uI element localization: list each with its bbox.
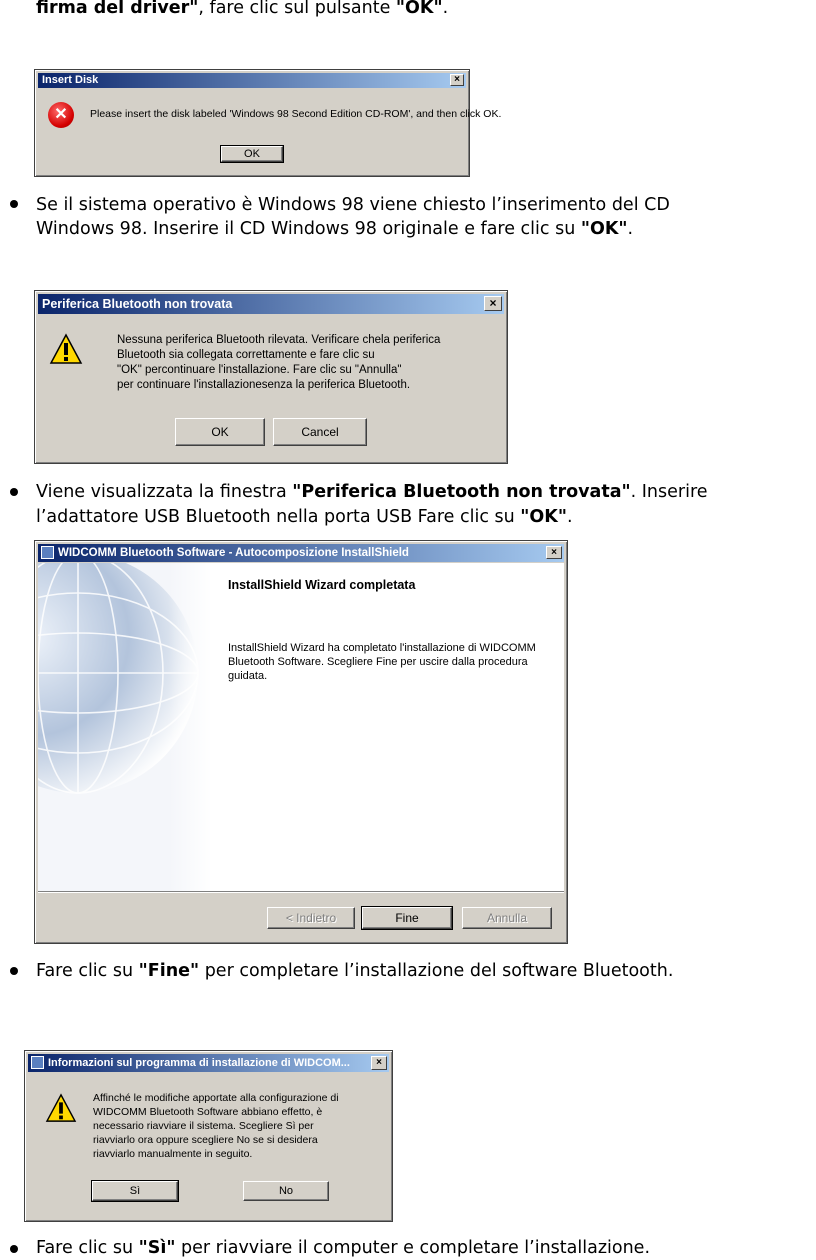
bullet3-text-2: per completare l’installazione del softw…	[199, 961, 674, 981]
body-line: Bluetooth Software. Scegliere Fine per u…	[228, 656, 528, 668]
bullet4-text-2: per riavviare il computer e completare l…	[175, 1238, 651, 1258]
wizard-dialog: WIDCOMM Bluetooth Software - Autocomposi…	[34, 540, 568, 944]
cancel-button[interactable]: Annulla	[462, 907, 552, 929]
bt-not-found-title: Periferica Bluetooth non trovata	[42, 297, 233, 311]
intro-line: firma del driver", fare clic sul pulsant…	[36, 0, 448, 20]
message-line: per continuare l'installazionesenza la p…	[117, 379, 411, 391]
body-line: InstallShield Wizard ha completato l'ins…	[228, 642, 536, 654]
close-icon[interactable]: ×	[484, 296, 502, 311]
warning-icon	[49, 333, 83, 364]
bullet2-text-1: Viene visualizzata la finestra	[36, 482, 293, 502]
bullet3-bold-1: "Fine"	[138, 961, 200, 981]
close-icon[interactable]: ×	[546, 546, 562, 559]
insert-disk-dialog: Insert Disk × ✕ Please insert the disk l…	[34, 69, 501, 177]
globe-graphic	[38, 563, 212, 891]
bt-not-found-message: Nessuna periferica Bluetooth rilevata. V…	[117, 333, 440, 393]
no-button[interactable]: No	[243, 1181, 329, 1201]
close-icon[interactable]: ×	[450, 74, 464, 86]
bullet2-bold-1: "Periferica Bluetooth non trovata"	[292, 482, 631, 502]
intro-text-1: , fare clic sul pulsante	[198, 0, 396, 18]
insert-disk-message: Please insert the disk labeled 'Windows …	[90, 108, 502, 120]
restart-title: Informazioni sul programma di installazi…	[48, 1057, 350, 1069]
wizard-body: InstallShield Wizard ha completato l'ins…	[228, 641, 536, 683]
ok-button[interactable]: OK	[220, 145, 284, 163]
message-line: WIDCOMM Bluetooth Software abbiano effet…	[93, 1106, 323, 1118]
bullet4-bold-1: "Sì"	[138, 1238, 176, 1258]
message-line: necessario riavviare il sistema. Sceglie…	[93, 1120, 314, 1132]
intro-text-2: .	[442, 0, 449, 18]
message-line: riavviarlo manualmente in seguito.	[93, 1148, 253, 1160]
bt-not-found-titlebar: Periferica Bluetooth non trovata ×	[38, 294, 504, 314]
ok-button[interactable]: OK	[175, 418, 265, 446]
cancel-button[interactable]: Cancel	[273, 418, 367, 446]
bullet-marker	[10, 488, 18, 496]
finish-button[interactable]: Fine	[361, 906, 453, 930]
bullet-marker	[10, 967, 18, 975]
bullet-marker	[10, 1245, 18, 1253]
app-icon	[41, 546, 54, 559]
bullet4-text-1: Fare clic su	[36, 1238, 139, 1258]
yes-button[interactable]: Sì	[91, 1180, 179, 1202]
bt-not-found-dialog: Periferica Bluetooth non trovata × Nessu…	[34, 290, 508, 464]
message-line: "OK" percontinuare l'installazione. Fare…	[117, 364, 402, 376]
bullet2-line1: Viene visualizzata la finestra "Periferi…	[36, 481, 708, 504]
wizard-content-panel: InstallShield Wizard completata InstallS…	[38, 563, 564, 892]
bullet1-line2: Windows 98. Inserire il CD Windows 98 or…	[36, 218, 633, 241]
bullet1-line2-end: .	[627, 219, 634, 239]
message-line: Bluetooth sia collegata correttamente e …	[117, 349, 375, 361]
bullet4-line: Fare clic su "Sì" per riavviare il compu…	[36, 1237, 650, 1260]
restart-message: Affinché le modifiche apportate alla con…	[93, 1091, 339, 1161]
back-button[interactable]: < Indietro	[267, 907, 355, 929]
wizard-title: WIDCOMM Bluetooth Software - Autocomposi…	[58, 547, 409, 559]
bullet2-line2-bold: "OK"	[520, 507, 567, 527]
wizard-heading: InstallShield Wizard completata	[228, 578, 416, 592]
bullet2-text-2: . Inserire	[630, 482, 708, 502]
bullet2-line2-end: .	[566, 507, 573, 527]
bullet3-line: Fare clic su "Fine" per completare l’ins…	[36, 960, 673, 983]
bullet2-line2: l’adattatore USB Bluetooth nella porta U…	[36, 506, 573, 529]
bullet-marker	[10, 200, 18, 208]
message-line: riavviarlo ora oppure scegliere No se si…	[93, 1134, 318, 1146]
warning-icon	[45, 1093, 77, 1122]
error-icon: ✕	[48, 102, 74, 128]
message-line: Nessuna periferica Bluetooth rilevata. V…	[117, 334, 441, 346]
restart-dialog: Informazioni sul programma di installazi…	[24, 1050, 393, 1222]
bullet1-line2-text: Windows 98. Inserire il CD Windows 98 or…	[36, 219, 581, 239]
close-icon[interactable]: ×	[371, 1056, 387, 1070]
app-icon	[31, 1056, 44, 1069]
insert-disk-titlebar: Insert Disk ×	[38, 73, 466, 88]
bullet1-line1: Se il sistema operativo è Windows 98 vie…	[36, 195, 670, 215]
insert-disk-title: Insert Disk	[42, 74, 99, 86]
bullet1-line2-bold: "OK"	[580, 219, 628, 239]
restart-titlebar: Informazioni sul programma di installazi…	[28, 1054, 389, 1072]
intro-bold-2: "OK"	[395, 0, 443, 18]
body-line: guidata.	[228, 670, 268, 682]
wizard-titlebar: WIDCOMM Bluetooth Software - Autocomposi…	[38, 544, 564, 562]
bullet2-line2-text: l’adattatore USB Bluetooth nella porta U…	[36, 507, 521, 527]
bullet3-text-1: Fare clic su	[36, 961, 139, 981]
intro-bold-1: firma del driver"	[36, 0, 199, 18]
message-line: Affinché le modifiche apportate alla con…	[93, 1092, 339, 1104]
